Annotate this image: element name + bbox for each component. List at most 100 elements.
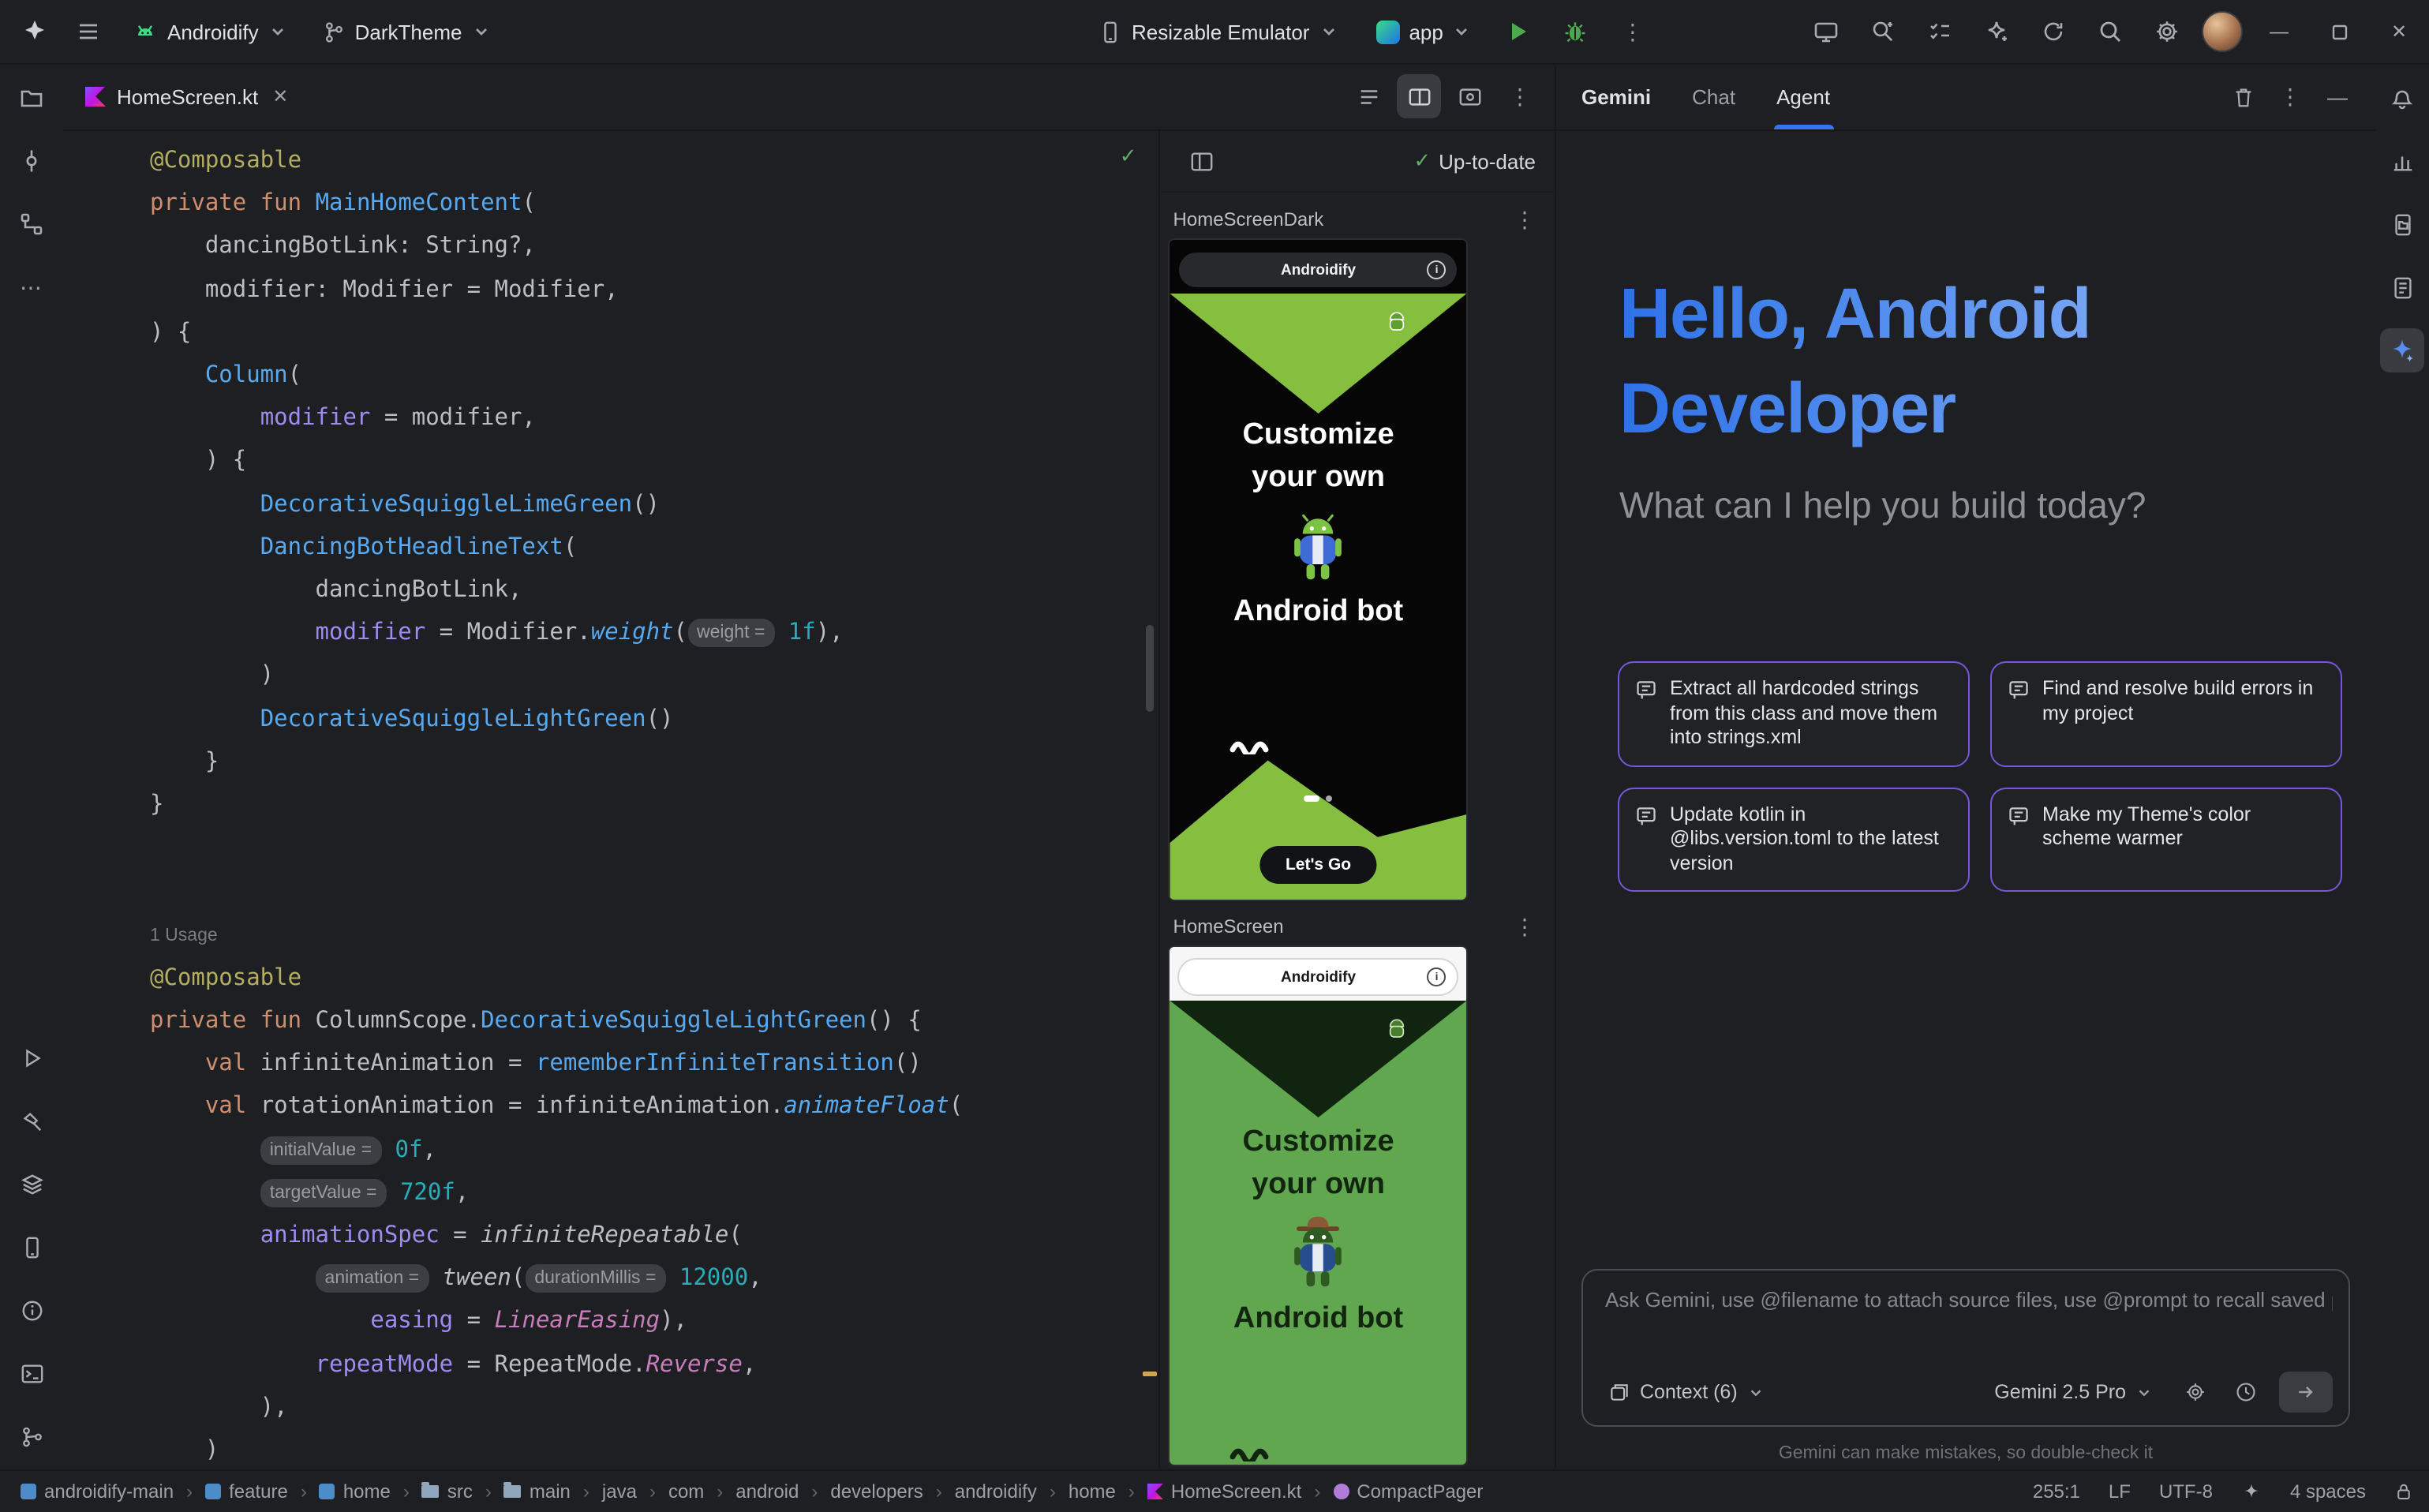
project-selector[interactable]: Androidify	[120, 13, 300, 51]
version-control-tool-button[interactable]	[9, 1414, 54, 1458]
code-line[interactable]: ),	[150, 1387, 1159, 1430]
code-area[interactable]: @Composableprivate fun MainHomeContent( …	[63, 131, 1159, 1471]
line-separator[interactable]: LF	[2109, 1480, 2131, 1503]
code-view-button[interactable]	[1346, 74, 1390, 118]
clear-chat-button[interactable]	[2221, 74, 2265, 118]
sync-project-button[interactable]	[2031, 9, 2075, 54]
tab-chat[interactable]: Chat	[1692, 63, 1735, 129]
preview-name-light[interactable]: HomeScreen	[1173, 915, 1284, 938]
code-line[interactable]: @Composable	[150, 958, 1159, 1001]
code-line[interactable]: modifier = Modifier.weight(weight = 1f),	[150, 612, 1159, 655]
code-line[interactable]: private fun MainHomeContent(	[150, 183, 1159, 226]
gemini-input[interactable]	[1602, 1286, 2336, 1313]
editor-options-button[interactable]: ⋮	[1498, 74, 1542, 118]
code-line[interactable]: modifier = modifier,	[150, 398, 1159, 440]
ai-status-icon[interactable]	[2241, 1481, 2262, 1502]
history-button[interactable]	[2229, 1375, 2263, 1409]
vcs-branch-selector[interactable]: DarkTheme	[309, 13, 503, 50]
editor-scrollbar[interactable]	[1147, 625, 1155, 712]
notifications-button[interactable]	[2380, 76, 2424, 120]
run-config-selector[interactable]: app	[1363, 13, 1484, 50]
code-line[interactable]: DecorativeSquiggleLightGreen()	[150, 698, 1159, 741]
ai-search-button[interactable]	[1861, 9, 1905, 54]
breadcrumb-item[interactable]: androidify-main	[16, 1479, 178, 1504]
code-line[interactable]: )	[150, 1430, 1159, 1471]
code-line[interactable]: dancingBotLink: String?,	[150, 226, 1159, 269]
code-line[interactable]: @Composable	[150, 140, 1159, 183]
close-button[interactable]: ✕	[2375, 9, 2423, 54]
breadcrumb-item[interactable]: home	[1064, 1479, 1121, 1504]
lock-icon[interactable]	[2394, 1482, 2413, 1501]
tab-agent[interactable]: Agent	[1776, 63, 1830, 129]
terminal-tool-button[interactable]	[9, 1351, 54, 1395]
gemini-options-button[interactable]: ⋮	[2268, 74, 2312, 118]
code-line[interactable]: DancingBotHeadlineText(	[150, 527, 1159, 570]
gemini-tool-button[interactable]	[2380, 328, 2424, 372]
main-menu-button[interactable]	[66, 9, 110, 54]
profiler-tool-button[interactable]	[2380, 139, 2424, 183]
search-everywhere-button[interactable]	[2088, 9, 2132, 54]
device-manager-tool-button[interactable]	[9, 1162, 54, 1206]
model-selector[interactable]: Gemini 2.5 Pro	[1985, 1376, 2162, 1408]
code-line[interactable]: val infiniteAnimation = rememberInfinite…	[150, 1044, 1159, 1087]
code-line[interactable]: animationSpec = infiniteRepeatable(	[150, 1215, 1159, 1258]
design-view-button[interactable]	[1447, 74, 1491, 118]
minimize-button[interactable]: —	[2255, 9, 2303, 54]
code-line[interactable]: Column(	[150, 355, 1159, 398]
breadcrumb-item[interactable]: CompactPager	[1328, 1479, 1488, 1504]
lets-go-button[interactable]: Let's Go	[1260, 846, 1376, 884]
preview-name-dark[interactable]: HomeScreenDark	[1173, 208, 1324, 230]
preview-options-icon[interactable]: ⋮	[1514, 208, 1536, 230]
suggestion-card[interactable]: Update kotlin in @libs.version.toml to t…	[1618, 787, 1970, 892]
code-line[interactable]: animation = tween(durationMillis = 12000…	[150, 1259, 1159, 1301]
problems-tool-button[interactable]	[9, 1288, 54, 1332]
preview-layout-button[interactable]	[1180, 139, 1224, 183]
preview-status[interactable]: ✓ Up-to-date	[1413, 148, 1536, 174]
code-editor[interactable]: @Composableprivate fun MainHomeContent( …	[63, 131, 1159, 1471]
send-button[interactable]	[2279, 1372, 2333, 1413]
device-mirroring-button[interactable]	[1804, 9, 1848, 54]
gemini-settings-button[interactable]	[2178, 1375, 2213, 1409]
breadcrumb-item[interactable]: android	[731, 1479, 803, 1504]
breadcrumb-item[interactable]: developers	[825, 1479, 927, 1504]
breadcrumb-item[interactable]: java	[597, 1479, 642, 1504]
device-explorer-tool-button[interactable]	[2380, 202, 2424, 246]
code-line[interactable]	[150, 828, 1159, 870]
code-line[interactable]: private fun ColumnScope.DecorativeSquigg…	[150, 1001, 1159, 1043]
project-tool-button[interactable]	[9, 76, 54, 120]
breadcrumb-item[interactable]: src	[417, 1479, 477, 1504]
editor-tab-homescreen[interactable]: HomeScreen.kt ✕	[63, 63, 307, 129]
code-line[interactable]: targetValue = 720f,	[150, 1173, 1159, 1215]
more-run-actions-button[interactable]: ⋮	[1611, 9, 1655, 54]
run-tool-window-button[interactable]	[9, 1035, 54, 1080]
suggestion-card[interactable]: Make my Theme's color scheme warmer	[1990, 787, 2342, 892]
code-line[interactable]: )	[150, 656, 1159, 698]
code-line[interactable]: DecorativeSquiggleLimeGreen()	[150, 484, 1159, 526]
file-encoding[interactable]: UTF-8	[2159, 1480, 2213, 1503]
gemini-input-box[interactable]: Context (6) Gemini 2.5 Pro	[1581, 1269, 2350, 1427]
breadcrumb-item[interactable]: com	[664, 1479, 709, 1504]
debug-button[interactable]	[1554, 9, 1598, 54]
code-line[interactable]	[150, 870, 1159, 913]
indent-setting[interactable]: 4 spaces	[2290, 1480, 2366, 1503]
code-line[interactable]: dancingBotLink,	[150, 570, 1159, 612]
device-selector[interactable]: Resizable Emulator	[1086, 13, 1350, 50]
suggestion-card[interactable]: Find and resolve build errors in my proj…	[1990, 661, 2342, 766]
structure-tool-button[interactable]	[9, 202, 54, 246]
code-line[interactable]: easing = LinearEasing),	[150, 1301, 1159, 1344]
code-line[interactable]: repeatMode = RepeatMode.Reverse,	[150, 1344, 1159, 1387]
code-line[interactable]: modifier: Modifier = Modifier,	[150, 269, 1159, 312]
breadcrumb-item[interactable]: androidify	[950, 1479, 1042, 1504]
code-line[interactable]: val rotationAnimation = infiniteAnimatio…	[150, 1087, 1159, 1129]
split-view-button[interactable]	[1397, 74, 1441, 118]
tab-close-icon[interactable]: ✕	[272, 85, 288, 107]
assistant-tool-button[interactable]	[2380, 265, 2424, 309]
context-selector[interactable]: Context (6)	[1599, 1376, 1774, 1408]
suggestion-card[interactable]: Extract all hardcoded strings from this …	[1618, 661, 1970, 766]
caret-position[interactable]: 255:1	[2033, 1480, 2080, 1503]
inspections-ok-icon[interactable]: ✓	[1120, 144, 1137, 169]
code-line[interactable]: }	[150, 742, 1159, 784]
user-avatar[interactable]	[2202, 11, 2243, 52]
preview-card-light[interactable]: Androidify i Customize your own	[1170, 947, 1467, 1465]
code-line[interactable]: ) {	[150, 441, 1159, 484]
